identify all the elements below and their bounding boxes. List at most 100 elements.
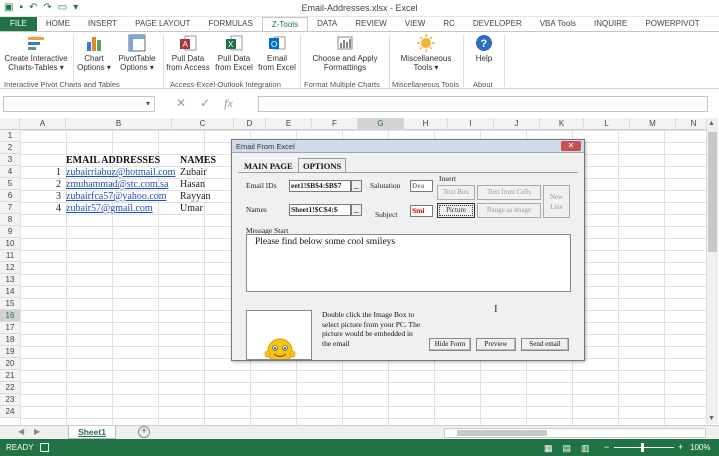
column-header[interactable]: H xyxy=(404,118,448,130)
column-header[interactable]: D xyxy=(234,118,266,130)
new-line-button[interactable]: New Line xyxy=(543,185,570,218)
tab-home[interactable]: HOME xyxy=(37,17,79,31)
row-header[interactable]: 7 xyxy=(0,202,20,214)
pull-data-from-access-button[interactable]: A Pull Data from Access xyxy=(165,34,211,72)
horizontal-scrollbar[interactable] xyxy=(444,428,706,438)
row-header[interactable]: 22 xyxy=(0,382,20,394)
column-header[interactable]: F xyxy=(312,118,358,130)
zoom-slider-thumb[interactable] xyxy=(641,443,644,452)
name-cell[interactable]: Umar xyxy=(180,203,203,214)
row-header[interactable]: 11 xyxy=(0,250,20,262)
names-select-button[interactable]: _ xyxy=(351,204,362,216)
row-header[interactable]: 15 xyxy=(0,298,20,310)
text-from-cells-button[interactable]: Text from Cells xyxy=(477,185,541,200)
name-box[interactable]: ▾ xyxy=(3,96,155,112)
message-textarea[interactable]: Please find below some cool smileys xyxy=(246,234,571,292)
header-names[interactable]: NAMES xyxy=(180,155,216,166)
tab-powerpivot[interactable]: POWERPIVOT xyxy=(636,17,708,31)
zoom-slider[interactable] xyxy=(614,447,674,448)
email-cell[interactable]: zmuhammad@stc.com.sa xyxy=(66,179,169,190)
row-number[interactable]: 1 xyxy=(56,167,61,178)
hide-form-button[interactable]: Hide Form xyxy=(429,338,471,351)
row-header[interactable]: 20 xyxy=(0,358,20,370)
zoom-in-icon[interactable]: + xyxy=(678,442,683,452)
row-header[interactable]: 14 xyxy=(0,286,20,298)
row-header[interactable]: 13 xyxy=(0,274,20,286)
email-ids-select-button[interactable]: _ xyxy=(351,180,362,192)
row-header[interactable]: 18 xyxy=(0,334,20,346)
row-header[interactable]: 10 xyxy=(0,238,20,250)
vertical-scrollbar[interactable]: ▲ ▼ xyxy=(706,118,718,424)
choose-apply-formattings-button[interactable]: Choose and Apply Formattings xyxy=(304,34,386,72)
select-all-corner[interactable] xyxy=(0,118,20,130)
salutation-field[interactable]: Dea xyxy=(410,180,433,192)
header-email-addresses[interactable]: EMAIL ADDRESSES xyxy=(66,155,160,166)
row-header[interactable]: 4 xyxy=(0,166,20,178)
sheet-prev-icon[interactable]: ◀ xyxy=(18,427,24,436)
scroll-thumb[interactable] xyxy=(708,132,717,252)
zoom-out-icon[interactable]: − xyxy=(604,442,609,452)
normal-view-icon[interactable]: ▦ xyxy=(544,443,553,454)
row-header[interactable]: 1 xyxy=(0,130,20,142)
subject-field[interactable]: Smi xyxy=(410,205,433,217)
row-header[interactable]: 17 xyxy=(0,322,20,334)
cancel-icon[interactable]: ✕ xyxy=(176,96,186,111)
row-number[interactable]: 4 xyxy=(56,203,61,214)
column-header[interactable]: I xyxy=(448,118,494,130)
column-header[interactable]: J xyxy=(494,118,540,130)
sheet-tab-sheet1[interactable]: Sheet1 xyxy=(68,426,116,439)
pivottable-options-button[interactable]: PivotTable Options ▾ xyxy=(114,34,160,72)
tab-formulas[interactable]: FORMULAS xyxy=(199,17,261,31)
tab-z-tools[interactable]: Z-Tools xyxy=(261,17,309,31)
tab-developer[interactable]: DEVELOPER xyxy=(464,17,531,31)
names-field[interactable]: Sheet1!$C$4:$ xyxy=(289,204,351,216)
tab-page-layout[interactable]: PAGE LAYOUT xyxy=(126,17,199,31)
sheet-next-icon[interactable]: ▶ xyxy=(34,427,40,436)
email-cell[interactable]: zubair57@gmail.com xyxy=(66,203,153,214)
tab-options[interactable]: OPTIONS xyxy=(298,158,347,172)
picture-button[interactable]: Picture xyxy=(437,203,475,218)
tab-main-page[interactable]: MAIN PAGE xyxy=(240,158,297,172)
page-break-view-icon[interactable]: ▥ xyxy=(581,443,590,454)
tab-review[interactable]: REVIEW xyxy=(346,17,396,31)
row-header[interactable]: 6 xyxy=(0,190,20,202)
miscellaneous-tools-button[interactable]: Miscellaneous Tools ▾ xyxy=(393,34,459,72)
tab-vba-tools[interactable]: VBA Tools xyxy=(531,17,585,31)
row-header-selected[interactable]: 16 xyxy=(0,310,20,322)
column-header[interactable]: E xyxy=(266,118,312,130)
enter-icon[interactable]: ✓ xyxy=(200,96,210,111)
insert-function-icon[interactable]: fx xyxy=(224,96,233,111)
row-header[interactable]: 21 xyxy=(0,370,20,382)
column-header[interactable]: B xyxy=(66,118,172,130)
tab-rc[interactable]: RC xyxy=(434,17,464,31)
column-header[interactable]: M xyxy=(630,118,676,130)
range-as-image-button[interactable]: Range as image xyxy=(477,203,541,218)
tab-inquire[interactable]: INQUIRE xyxy=(585,17,636,31)
row-header[interactable]: 23 xyxy=(0,394,20,406)
create-interactive-charts-button[interactable]: Create Interactive Charts-Tables ▾ xyxy=(2,34,70,72)
chart-options-button[interactable]: Chart Options ▾ xyxy=(76,34,112,72)
tab-view[interactable]: VIEW xyxy=(396,17,434,31)
new-sheet-icon[interactable]: + xyxy=(138,426,150,438)
name-cell[interactable]: Rayyan xyxy=(180,191,211,202)
tab-data[interactable]: DATA xyxy=(308,17,346,31)
dialog-title-bar[interactable]: Email From Excel ✕ xyxy=(232,140,584,153)
macro-record-icon[interactable] xyxy=(40,443,49,452)
email-cell[interactable]: zubairriabuz@hotmail.com xyxy=(66,167,175,178)
name-box-dropdown-icon[interactable]: ▾ xyxy=(146,99,150,108)
email-cell[interactable]: zubairfca57@yahoo.com xyxy=(66,191,167,202)
name-cell[interactable]: Zubair xyxy=(180,167,207,178)
row-header[interactable]: 12 xyxy=(0,262,20,274)
row-header[interactable]: 8 xyxy=(0,214,20,226)
column-header[interactable]: C xyxy=(172,118,234,130)
tab-insert[interactable]: INSERT xyxy=(79,17,126,31)
row-number[interactable]: 3 xyxy=(56,191,61,202)
pull-data-from-excel-button[interactable]: X Pull Data from Excel xyxy=(212,34,256,72)
email-ids-field[interactable]: eet1!$B$4:$B$7 xyxy=(289,180,351,192)
scroll-up-icon[interactable]: ▲ xyxy=(708,120,715,127)
row-header[interactable]: 9 xyxy=(0,226,20,238)
dialog-close-icon[interactable]: ✕ xyxy=(561,141,581,151)
column-header-selected[interactable]: G xyxy=(358,118,404,130)
hscroll-thumb[interactable] xyxy=(457,430,547,436)
row-header[interactable]: 5 xyxy=(0,178,20,190)
